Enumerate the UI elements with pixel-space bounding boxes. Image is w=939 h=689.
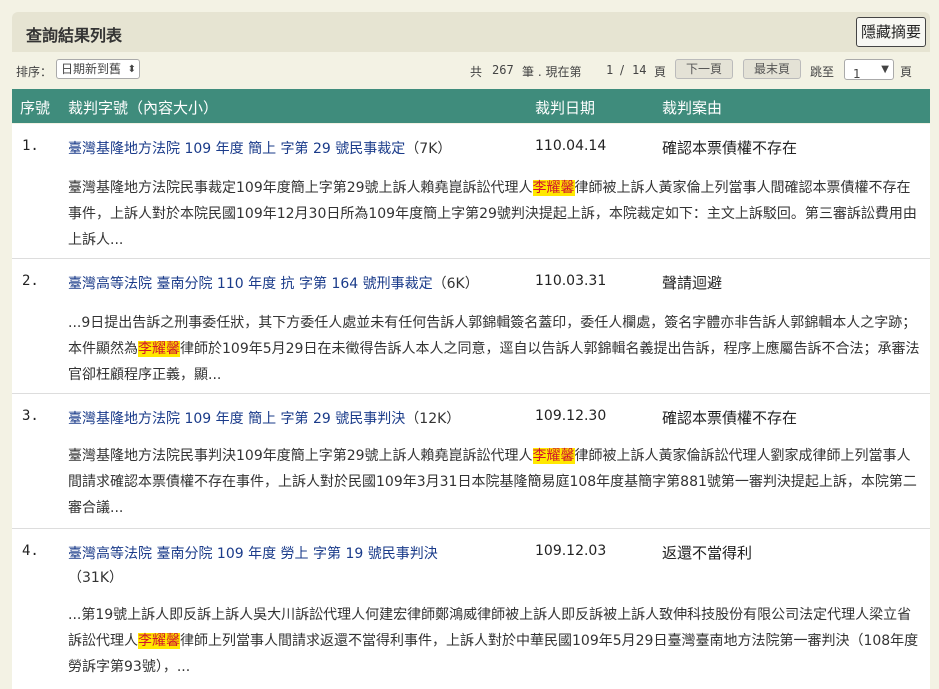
next-page-button[interactable]: 下一頁 <box>675 59 734 79</box>
goto-suffix: 頁 <box>900 65 913 79</box>
case-date: 109.12.30 <box>535 408 607 424</box>
highlighted-keyword: 李耀馨 <box>138 341 180 357</box>
row-number: 4. <box>22 543 39 559</box>
court-name: 臺灣高等法院 臺南分院 <box>68 276 213 292</box>
summary-text: 臺灣基隆地方法院民事判決109年度簡上字第29號上訴人賴堯崑訴訟代理人 <box>68 448 533 464</box>
case-word: 抗 <box>280 276 295 292</box>
total-suffix: 筆 . 現在第 <box>522 65 582 79</box>
case-link[interactable]: 臺灣基隆地方法院 109 年度 簡上 字第 29 號民事裁定（7K） <box>68 137 528 161</box>
year-label: 年度 <box>248 546 277 562</box>
goto-page-select[interactable]: 1 ▼ <box>844 59 894 81</box>
court-name: 臺灣基隆地方法院 <box>68 411 180 427</box>
results-table-header: 序號 裁判字號（內容大小） 裁判日期 裁判案由 <box>12 89 930 123</box>
case-summary: 臺灣基隆地方法院民事判決109年度簡上字第29號上訴人賴堯崑訴訟代理人李耀馨律師… <box>68 443 924 521</box>
content-size: （6K） <box>432 276 479 292</box>
case-reason: 確認本票債權不存在 <box>662 139 798 157</box>
page-suffix: 頁 <box>654 65 667 79</box>
total-prefix: 共 <box>470 65 483 79</box>
col-reason: 裁判案由 <box>662 99 723 117</box>
highlighted-keyword: 李耀馨 <box>138 633 180 649</box>
highlighted-keyword: 李耀馨 <box>532 180 575 196</box>
sort-label: 排序： <box>16 65 53 79</box>
word-label: 字第 <box>280 411 309 427</box>
result-page: 查詢結果列表 隱藏摘要 排序： 日期新到舊 ⬍ 共 267 筆 . 現在第 1 … <box>0 0 939 689</box>
year-label: 年度 <box>215 141 244 157</box>
content-size: （31K） <box>68 570 123 586</box>
toolbar: 排序： 日期新到舊 ⬍ 共 267 筆 . 現在第 1 / 14 頁 下一頁 最… <box>12 58 930 82</box>
case-number: 164 <box>331 276 359 292</box>
case-reason: 返還不當得利 <box>662 544 753 562</box>
content-size: （7K） <box>405 141 452 157</box>
case-type: 號民事裁定 <box>335 141 406 157</box>
case-number: 29 <box>313 141 331 157</box>
sort-select[interactable]: 日期新到舊 ⬍ <box>56 59 140 79</box>
title-bar: 查詢結果列表 隱藏摘要 <box>12 12 930 52</box>
summary-text: 律師上列當事人間請求返還不當得利事件，上訴人對於中華民國109年5月29日臺灣臺… <box>68 633 919 675</box>
sort-select-value: 日期新到舊 <box>61 62 122 76</box>
case-year: 109 <box>184 411 212 427</box>
case-year: 109 <box>184 141 212 157</box>
case-number: 19 <box>345 546 364 562</box>
case-date: 110.03.31 <box>535 273 607 289</box>
col-date: 裁判日期 <box>535 99 596 117</box>
case-word: 勞上 <box>280 546 309 562</box>
case-type: 號民事判決 <box>367 546 438 562</box>
case-summary: ...第19號上訴人即反訴上訴人吳大川訴訟代理人何建宏律師鄭鴻威律師被上訴人即反… <box>68 602 924 680</box>
goto-label: 跳至 <box>810 65 835 79</box>
hide-summary-button[interactable]: 隱藏摘要 <box>855 17 926 47</box>
current-page: 1 <box>606 63 614 77</box>
goto-page-value: 1 <box>853 67 861 81</box>
page-separator: / <box>620 63 625 77</box>
col-case-no: 裁判字號（內容大小） <box>68 99 219 117</box>
case-reason: 聲請迴避 <box>662 274 723 292</box>
case-summary: ...9日提出告訴之刑事委任狀，其下方委任人處並未有任何告訴人郭錦輯簽名蓋印，委… <box>68 310 924 388</box>
case-type: 號民事判決 <box>335 411 406 427</box>
pager: 共 267 筆 . 現在第 1 / 14 頁 下一頁 最末頁 跳至 1 ▼ 頁 <box>470 58 930 82</box>
case-date: 110.04.14 <box>535 138 607 154</box>
year-label: 年度 <box>215 411 244 427</box>
case-year: 109 <box>216 546 244 562</box>
row-number: 3. <box>22 408 39 424</box>
table-row: 3. 臺灣基隆地方法院 109 年度 簡上 字第 29 號民事判決（12K） 1… <box>12 394 930 529</box>
case-link[interactable]: 臺灣高等法院 臺南分院 110 年度 抗 字第 164 號刑事裁定（6K） <box>68 272 528 296</box>
row-number: 1. <box>22 138 39 154</box>
word-label: 字第 <box>299 276 327 292</box>
case-word: 簡上 <box>248 411 277 427</box>
last-page-button[interactable]: 最末頁 <box>743 59 802 79</box>
highlighted-keyword: 李耀馨 <box>532 448 575 464</box>
total-count: 267 <box>492 63 514 77</box>
summary-text: 律師於109年5月29日在未徵得告訴人本人之同意，逕自以告訴人郭錦輯名義提出告訴… <box>68 341 920 383</box>
case-type: 號刑事裁定 <box>362 276 433 292</box>
content-size: （12K） <box>405 411 461 427</box>
case-word: 簡上 <box>248 141 277 157</box>
col-index: 序號 <box>20 99 51 117</box>
table-row: 1. 臺灣基隆地方法院 109 年度 簡上 字第 29 號民事裁定（7K） 11… <box>12 124 930 259</box>
court-name: 臺灣高等法院 臺南分院 <box>68 546 213 562</box>
chevron-down-icon: ▼ <box>881 64 889 75</box>
table-row: 4. 臺灣高等法院 臺南分院 109 年度 勞上 字第 19 號民事判決 （31K… <box>12 529 930 689</box>
word-label: 字第 <box>313 546 341 562</box>
updown-arrow-icon: ⬍ <box>127 64 136 75</box>
row-number: 2. <box>22 273 39 289</box>
case-year: 110 <box>216 276 244 292</box>
case-summary: 臺灣基隆地方法院民事裁定109年度簡上字第29號上訴人賴堯崑訴訟代理人李耀馨律師… <box>68 175 924 253</box>
case-number: 29 <box>313 411 331 427</box>
case-link[interactable]: 臺灣高等法院 臺南分院 109 年度 勞上 字第 19 號民事判決 （31K） <box>68 542 508 590</box>
case-link[interactable]: 臺灣基隆地方法院 109 年度 簡上 字第 29 號民事判決（12K） <box>68 407 528 431</box>
court-name: 臺灣基隆地方法院 <box>68 141 180 157</box>
year-label: 年度 <box>248 276 277 292</box>
word-label: 字第 <box>280 141 309 157</box>
summary-text: 臺灣基隆地方法院民事裁定109年度簡上字第29號上訴人賴堯崑訴訟代理人 <box>68 180 533 196</box>
case-date: 109.12.03 <box>535 543 607 559</box>
table-row: 2. 臺灣高等法院 臺南分院 110 年度 抗 字第 164 號刑事裁定（6K）… <box>12 259 930 394</box>
total-pages: 14 <box>632 63 647 77</box>
case-reason: 確認本票債權不存在 <box>662 409 798 427</box>
page-title: 查詢結果列表 <box>26 26 123 45</box>
